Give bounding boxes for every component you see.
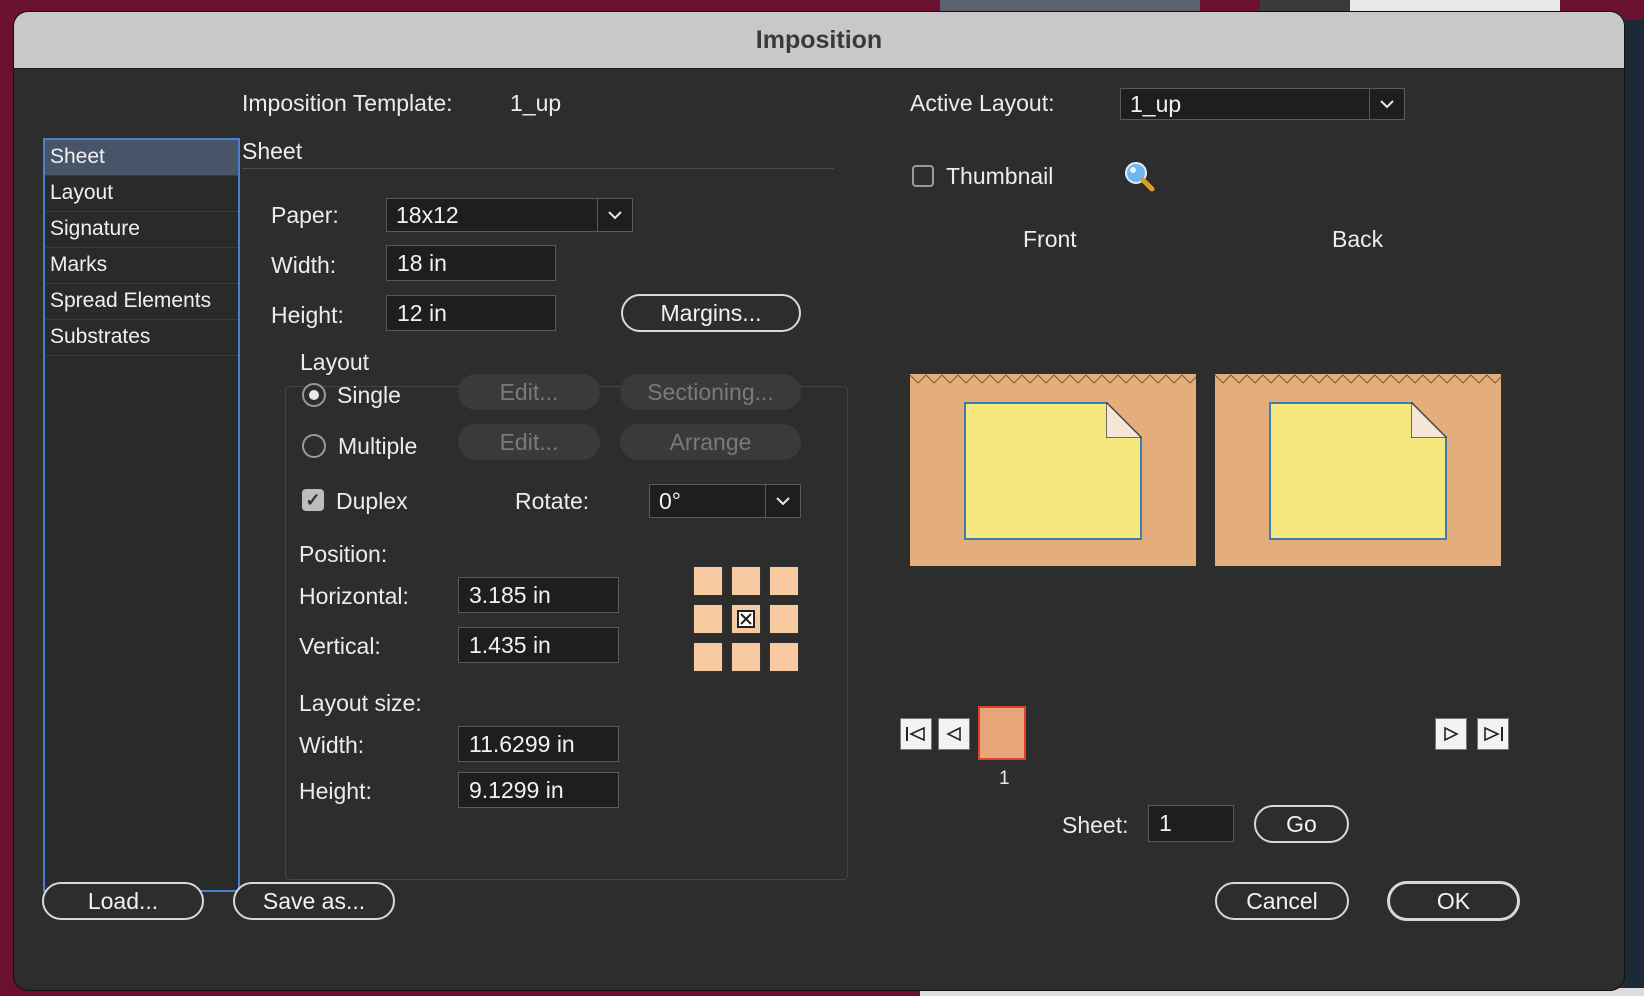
- layout-size-title: Layout size:: [299, 690, 422, 716]
- front-sheet-preview: [910, 374, 1196, 566]
- front-label: Front: [1023, 226, 1077, 252]
- sheet-number-label: Sheet:: [1062, 812, 1129, 838]
- anchor-bottom-center[interactable]: [731, 642, 761, 672]
- sidebar-item-substrates[interactable]: Substrates: [45, 320, 238, 356]
- active-layout-label: Active Layout:: [910, 90, 1055, 116]
- template-value: 1_up: [510, 90, 562, 116]
- category-sidebar: Sheet Layout Signature Marks Spread Elem…: [43, 138, 240, 892]
- anchor-bottom-left[interactable]: [693, 642, 723, 672]
- load-button[interactable]: Load...: [42, 882, 204, 920]
- cancel-button[interactable]: Cancel: [1215, 882, 1349, 920]
- next-sheet-button[interactable]: [1435, 718, 1467, 750]
- rotate-select[interactable]: 0°: [649, 484, 801, 518]
- imposition-dialog: Imposition Imposition Template: 1_up Act…: [14, 12, 1624, 990]
- arrange-button[interactable]: Arrange: [620, 424, 801, 460]
- paper-select[interactable]: 18x12: [386, 198, 633, 232]
- layout-size-height-label: Height:: [299, 778, 372, 804]
- height-label: Height:: [271, 302, 344, 328]
- thumbnail-label: Thumbnail: [946, 163, 1054, 189]
- ok-button[interactable]: OK: [1387, 881, 1520, 921]
- save-as-button[interactable]: Save as...: [233, 882, 395, 920]
- chevron-down-icon: [597, 199, 632, 231]
- sidebar-item-signature[interactable]: Signature: [45, 212, 238, 248]
- section-title: Sheet: [242, 138, 303, 164]
- chevron-down-icon: [1369, 89, 1404, 119]
- sidebar-item-layout[interactable]: Layout: [45, 176, 238, 212]
- anchor-selected-icon: [737, 610, 755, 628]
- template-label: Imposition Template:: [242, 90, 453, 116]
- sheet-edge-marks: [910, 374, 1196, 384]
- active-layout-select[interactable]: 1_up: [1120, 88, 1405, 120]
- position-title: Position:: [299, 541, 388, 567]
- layout-group-title: Layout: [296, 349, 374, 376]
- sheet-thumbnail-selected[interactable]: [978, 706, 1026, 760]
- edit-multiple-button[interactable]: Edit...: [458, 424, 600, 460]
- anchor-top-left[interactable]: [693, 566, 723, 596]
- height-field[interactable]: 12 in: [386, 295, 556, 331]
- anchor-top-center[interactable]: [731, 566, 761, 596]
- anchor-top-right[interactable]: [769, 566, 799, 596]
- last-sheet-button[interactable]: [1477, 718, 1509, 750]
- single-label: Single: [337, 382, 401, 408]
- back-page-preview: [1269, 402, 1447, 540]
- desktop-window-fragment: [1260, 0, 1350, 12]
- page-fold-icon: [1411, 402, 1447, 438]
- sidebar-item-sheet[interactable]: Sheet: [45, 140, 238, 176]
- vertical-field[interactable]: 1.435 in: [458, 627, 619, 663]
- sidebar-item-spread-elements[interactable]: Spread Elements: [45, 284, 238, 320]
- page-fold-icon: [1106, 402, 1142, 438]
- back-sheet-preview: [1215, 374, 1501, 566]
- anchor-center[interactable]: [731, 604, 761, 634]
- horizontal-field[interactable]: 3.185 in: [458, 577, 619, 613]
- anchor-middle-left[interactable]: [693, 604, 723, 634]
- previous-icon: [946, 726, 961, 742]
- first-icon: [906, 726, 925, 742]
- duplex-checkbox[interactable]: ✓: [302, 489, 324, 511]
- width-field[interactable]: 18 in: [386, 245, 556, 281]
- desktop-window-fragment: [1350, 0, 1560, 12]
- desktop-window-fragment: [1624, 20, 1644, 996]
- margins-button[interactable]: Margins...: [621, 294, 801, 332]
- single-radio[interactable]: [302, 383, 326, 407]
- duplex-label: Duplex: [336, 488, 408, 514]
- last-icon: [1484, 726, 1503, 742]
- sheet-edge-marks: [1215, 374, 1501, 384]
- horizontal-label: Horizontal:: [299, 583, 409, 609]
- layout-size-width-field[interactable]: 11.6299 in: [458, 726, 619, 762]
- sectioning-button[interactable]: Sectioning...: [620, 374, 801, 410]
- multiple-radio[interactable]: [302, 434, 326, 458]
- edit-single-button[interactable]: Edit...: [458, 374, 600, 410]
- sheet-number-field[interactable]: 1: [1148, 805, 1234, 842]
- thumbnail-checkbox[interactable]: [912, 165, 934, 187]
- layout-size-height-field[interactable]: 9.1299 in: [458, 772, 619, 808]
- paper-value: 18x12: [396, 201, 459, 228]
- active-layout-value: 1_up: [1130, 90, 1182, 117]
- previous-sheet-button[interactable]: [938, 718, 970, 750]
- vertical-label: Vertical:: [299, 633, 381, 659]
- first-sheet-button[interactable]: [900, 718, 932, 750]
- anchor-middle-right[interactable]: [769, 604, 799, 634]
- chevron-down-icon: [765, 485, 800, 517]
- paper-label: Paper:: [271, 202, 339, 228]
- dialog-title: Imposition: [14, 12, 1624, 69]
- section-divider: [242, 168, 834, 169]
- anchor-bottom-right[interactable]: [769, 642, 799, 672]
- go-button[interactable]: Go: [1254, 805, 1349, 843]
- width-label: Width:: [271, 252, 337, 278]
- front-page-preview: [964, 402, 1142, 540]
- magnifier-icon[interactable]: [1122, 160, 1156, 199]
- rotate-value: 0°: [659, 487, 681, 514]
- layout-size-width-label: Width:: [299, 732, 365, 758]
- sidebar-item-marks[interactable]: Marks: [45, 248, 238, 284]
- desktop-window-fragment: [940, 0, 1200, 12]
- rotate-label: Rotate:: [515, 488, 590, 514]
- back-label: Back: [1332, 226, 1384, 252]
- multiple-label: Multiple: [338, 433, 418, 459]
- sheet-thumbnail-number: 1: [999, 768, 1010, 789]
- next-icon: [1444, 726, 1459, 742]
